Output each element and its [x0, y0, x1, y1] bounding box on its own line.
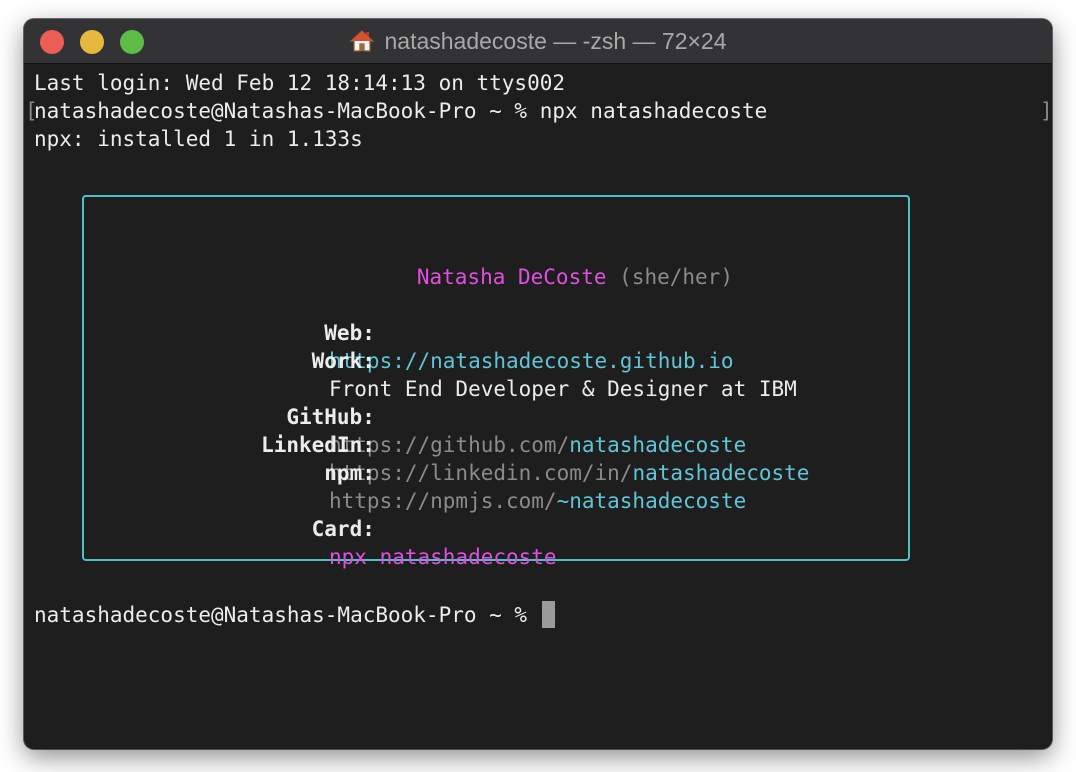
active-prompt-line[interactable]: natashadecoste@Natashas-MacBook-Pro ~ %: [34, 601, 555, 629]
npm-label: npm:: [324, 461, 375, 485]
linkedin-user: natashadecoste: [632, 461, 810, 485]
output-line: npx: installed 1 in 1.133s: [34, 127, 363, 151]
terminal-content[interactable]: Last login: Wed Feb 12 18:14:13 on ttys0…: [34, 69, 767, 628]
card-name: Natasha DeCoste: [416, 265, 607, 289]
output-line: Last login: Wed Feb 12 18:14:13 on ttys0…: [34, 71, 566, 95]
card-command: npx natashadecoste: [329, 545, 557, 569]
title-bar[interactable]: natashadecoste — -zsh — 72×24: [24, 19, 1052, 64]
card-web-row: Web: https://natashadecoste.github.io: [99, 291, 899, 373]
card-npm-row: npm: https://npmjs.com/~natashadecoste: [99, 431, 899, 513]
linkedin-link[interactable]: https://linkedin.com/in/natashadecoste: [329, 459, 809, 487]
card-name-row: Natasha DeCoste (she/her): [341, 235, 733, 289]
terminal-window: natashadecoste — -zsh — 72×24 [ ] Last l…: [24, 19, 1052, 749]
window-title-text: natashadecoste — -zsh — 72×24: [384, 27, 727, 54]
card-pronouns: (she/her): [619, 265, 733, 289]
window-title: natashadecoste — -zsh — 72×24: [24, 19, 1052, 63]
text-cursor: [541, 601, 555, 628]
mark-bracket-right: ]: [1040, 99, 1052, 123]
command-line: natashadecoste@Natashas-MacBook-Pro ~ % …: [34, 97, 767, 125]
work-label: Work:: [311, 349, 375, 373]
web-link[interactable]: https://natashadecoste.github.io: [329, 347, 734, 375]
command-text: npx natashadecoste: [539, 99, 768, 123]
home-icon: [349, 29, 376, 53]
card-work-row: Work: Front End Developer & Designer at …: [99, 319, 899, 401]
prompt: natashadecoste@Natashas-MacBook-Pro ~ %: [34, 603, 540, 627]
card-command-row: Card: npx natashadecoste: [99, 487, 899, 569]
business-card-box: Natasha DeCoste (she/her) Web: https://n…: [82, 195, 910, 569]
card-linkedin-row: LinkedIn: https://linkedin.com/in/natash…: [99, 403, 899, 485]
card-label: Card:: [311, 517, 375, 541]
card-github-row: GitHub: https://github.com/natashadecost…: [99, 375, 899, 457]
prompt: natashadecoste@Natashas-MacBook-Pro ~ %: [34, 99, 540, 123]
